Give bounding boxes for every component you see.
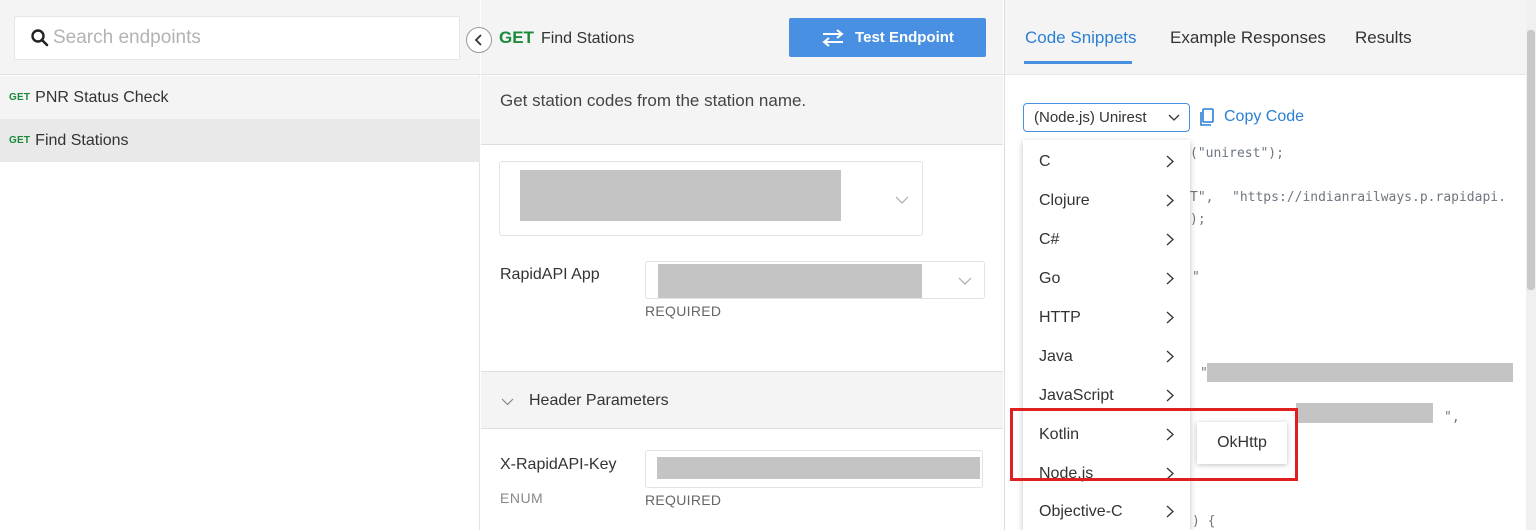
redacted-block (658, 264, 922, 298)
code-fragment: ) { (1192, 514, 1216, 529)
rapidapi-app-select[interactable] (645, 261, 985, 299)
search-box[interactable] (14, 16, 460, 60)
menu-item-objective-c[interactable]: Objective-C (1023, 492, 1190, 530)
method-badge: GET (9, 92, 31, 103)
redacted-block (1296, 403, 1433, 423)
swap-arrows-icon (822, 28, 844, 47)
account-select[interactable] (499, 161, 923, 236)
endpoint-sidebar: GET PNR Status Check GET Find Stations (0, 0, 480, 530)
endpoint-panel: GET Find Stations Test Endpoint Get stat… (481, 0, 1003, 530)
endpoint-label: Find Stations (35, 131, 129, 149)
search-icon (31, 29, 49, 47)
language-select[interactable]: (Node.js) Unirest (1023, 103, 1190, 132)
collapse-sidebar-button[interactable] (466, 27, 492, 53)
menu-item-go[interactable]: Go (1023, 259, 1190, 298)
test-endpoint-label: Test Endpoint (855, 29, 954, 46)
endpoint-name: Find Stations (540, 30, 635, 47)
active-tab-indicator (1024, 61, 1132, 64)
rapidapi-app-label: RapidAPI App (500, 266, 600, 283)
endpoint-title: GET Find Stations (499, 28, 634, 48)
method-badge: GET (9, 135, 31, 146)
menu-item-c[interactable]: C (1023, 142, 1190, 181)
chevron-right-icon (1166, 233, 1174, 246)
description-area: Get station codes from the station name. (481, 76, 1003, 145)
x-rapidapi-key-input[interactable] (645, 450, 983, 488)
code-fragment: "https://indianrailways.p.rapidapi. (1232, 190, 1506, 205)
endpoint-description: Get station codes from the station name. (500, 91, 807, 110)
menu-item-javascript[interactable]: JavaScript (1023, 376, 1190, 415)
chevron-right-icon (1166, 311, 1174, 324)
language-select-value: (Node.js) Unirest (1034, 109, 1147, 126)
chevron-right-icon (1166, 389, 1174, 402)
chevron-right-icon (1166, 505, 1174, 518)
chevron-right-icon (1166, 155, 1174, 168)
redacted-block (520, 170, 841, 221)
header-parameters-toggle[interactable]: Header Parameters (481, 371, 1003, 429)
endpoint-label: PNR Status Check (35, 88, 169, 106)
tab-example-responses[interactable]: Example Responses (1170, 28, 1326, 48)
copy-code-label: Copy Code (1224, 108, 1305, 125)
chevron-right-icon (1166, 350, 1174, 363)
tab-results[interactable]: Results (1355, 28, 1412, 48)
chevron-down-icon (501, 398, 514, 406)
chevron-right-icon (1166, 467, 1174, 480)
endpoint-item-pnr-status-check[interactable]: GET PNR Status Check (0, 76, 480, 119)
code-fragment: " (1192, 270, 1200, 285)
menu-item-csharp[interactable]: C# (1023, 220, 1190, 259)
copy-icon (1200, 108, 1214, 126)
chevron-right-icon (1166, 272, 1174, 285)
method-label: GET (499, 28, 534, 47)
search-input[interactable] (53, 17, 453, 59)
code-fragment: ", (1444, 410, 1460, 425)
header-parameters-label: Header Parameters (529, 392, 669, 409)
code-fragment: ); (1190, 212, 1206, 227)
chevron-right-icon (1166, 428, 1174, 441)
menu-item-nodejs[interactable]: Node.js (1023, 454, 1190, 493)
code-fragment: T", (1190, 190, 1222, 205)
search-bar (0, 0, 480, 75)
scrollbar-thumb[interactable] (1527, 30, 1535, 290)
submenu-item-okhttp[interactable]: OkHttp (1197, 422, 1287, 464)
chevron-left-icon (474, 34, 482, 46)
chevron-down-icon (895, 196, 909, 204)
redacted-block (1207, 363, 1513, 382)
endpoint-item-find-stations[interactable]: GET Find Stations (0, 119, 480, 162)
test-endpoint-button[interactable]: Test Endpoint (789, 18, 986, 57)
x-rapidapi-key-label: X-RapidAPI-Key (500, 456, 617, 473)
required-label: REQUIRED (645, 303, 722, 319)
copy-code-button[interactable]: Copy Code (1200, 108, 1304, 126)
endpoint-header: GET Find Stations Test Endpoint (481, 0, 1003, 75)
tab-code-snippets[interactable]: Code Snippets (1025, 28, 1137, 48)
language-menu: C Clojure C# Go HTTP Java JavaScript Kot… (1023, 140, 1190, 530)
chevron-down-icon (1168, 114, 1180, 121)
code-fragment: ("unirest"); (1190, 146, 1284, 161)
chevron-right-icon (1166, 194, 1174, 207)
menu-item-kotlin[interactable]: Kotlin (1023, 415, 1190, 454)
enum-label: ENUM (500, 490, 544, 506)
tabs-bar: Code Snippets Example Responses Results (1005, 0, 1536, 75)
menu-item-java[interactable]: Java (1023, 337, 1190, 376)
chevron-down-icon (958, 277, 972, 285)
redacted-block (657, 457, 980, 479)
menu-item-clojure[interactable]: Clojure (1023, 181, 1190, 220)
required-label: REQUIRED (645, 492, 722, 508)
menu-item-http[interactable]: HTTP (1023, 298, 1190, 337)
